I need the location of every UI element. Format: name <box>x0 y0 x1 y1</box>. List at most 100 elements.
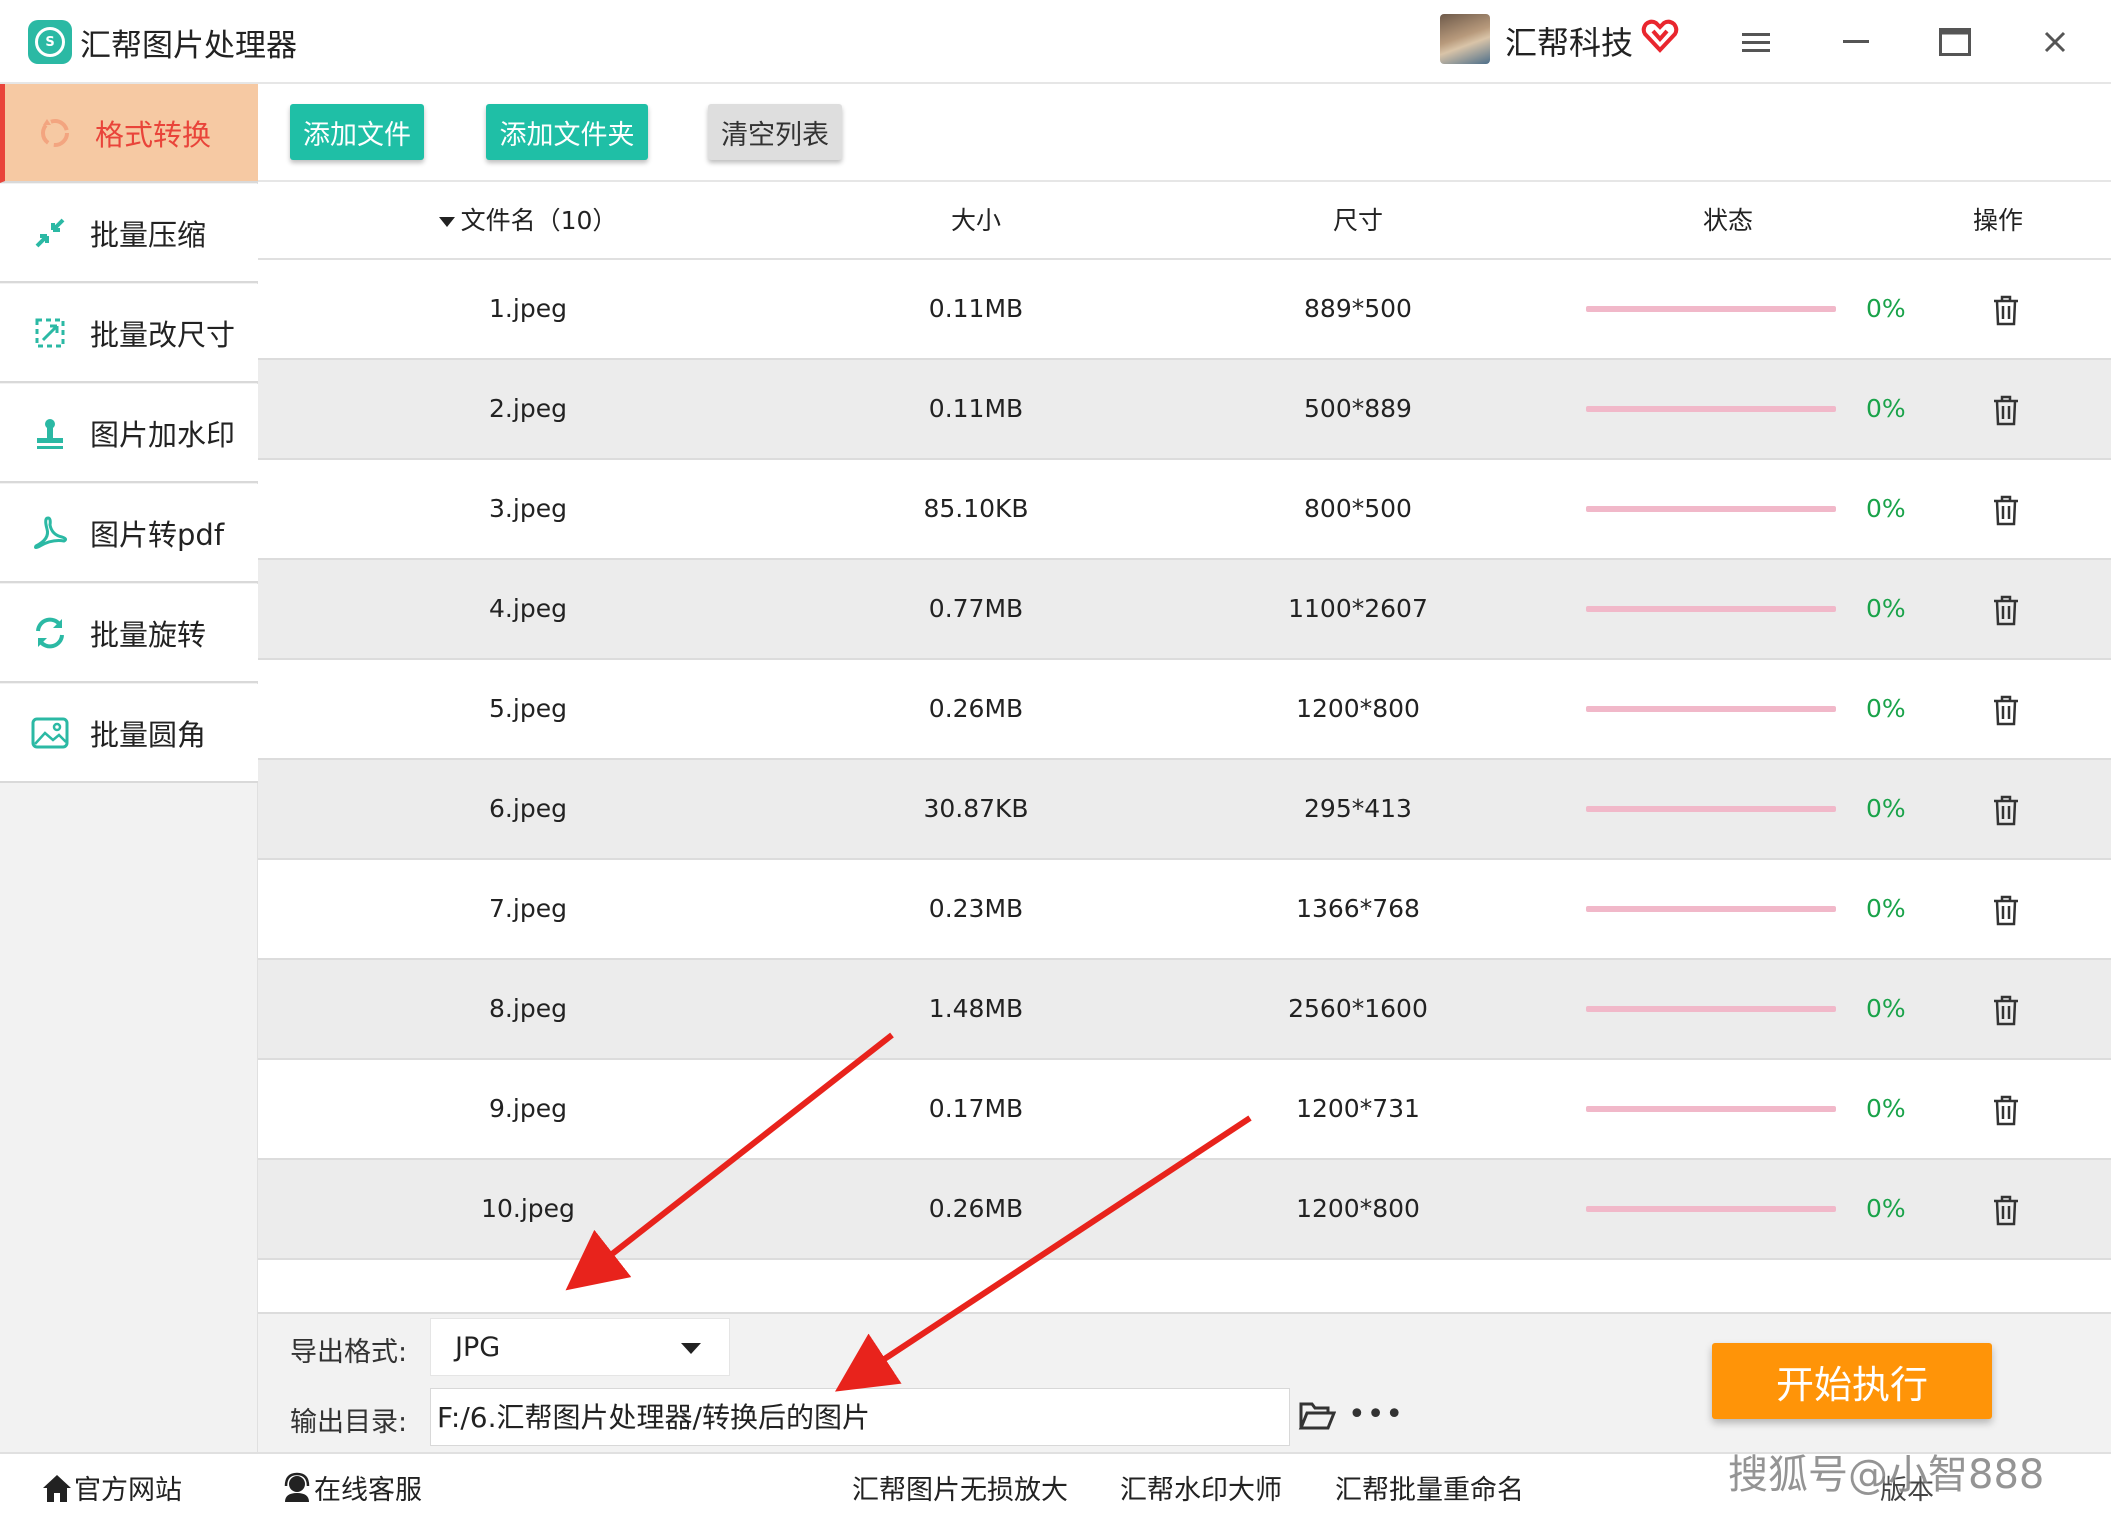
table-row[interactable]: 10.jpeg 0.26MB 1200*800 0% <box>258 1160 2111 1260</box>
progress-bar <box>1586 1106 1836 1112</box>
progress-percent: 0% <box>1866 394 1906 423</box>
file-dimensions: 1100*2607 <box>1288 594 1428 623</box>
chevron-down-icon <box>681 1343 701 1354</box>
add-folder-button[interactable]: 添加文件夹 <box>486 104 648 160</box>
file-dimensions: 1200*800 <box>1296 1194 1420 1223</box>
table-row[interactable]: 9.jpeg 0.17MB 1200*731 0% <box>258 1060 2111 1160</box>
file-dimensions: 1200*800 <box>1296 694 1420 723</box>
batch-rename-link[interactable]: 汇帮批量重命名 <box>1335 1468 1524 1507</box>
progress-percent: 0% <box>1866 894 1906 923</box>
home-icon <box>43 1474 71 1502</box>
minimize-icon[interactable] <box>1836 22 1876 62</box>
file-size: 0.26MB <box>928 1194 1024 1223</box>
file-dimensions: 500*889 <box>1304 394 1412 423</box>
delete-icon[interactable] <box>1991 1094 2021 1126</box>
delete-icon[interactable] <box>1991 594 2021 626</box>
table-row[interactable]: 6.jpeg 30.87KB 295*413 0% <box>258 760 2111 860</box>
delete-icon[interactable] <box>1991 294 2021 326</box>
more-options-icon[interactable]: ••• <box>1348 1398 1404 1432</box>
delete-icon[interactable] <box>1991 794 2021 826</box>
file-size: 0.77MB <box>928 594 1024 623</box>
file-name: 6.jpeg <box>489 794 567 823</box>
progress-bar <box>1586 806 1836 812</box>
table-header: 文件名（10） 大小 尺寸 状态 操作 <box>258 180 2111 260</box>
file-name: 8.jpeg <box>489 994 567 1023</box>
start-button[interactable]: 开始执行 <box>1712 1343 1992 1419</box>
table-row[interactable]: 5.jpeg 0.26MB 1200*800 0% <box>258 660 2111 760</box>
progress-percent: 0% <box>1866 594 1906 623</box>
progress-percent: 0% <box>1866 694 1906 723</box>
table-row[interactable]: 1.jpeg 0.11MB 889*500 0% <box>258 260 2111 360</box>
resize-icon <box>30 313 70 353</box>
progress-bar <box>1586 1206 1836 1212</box>
filename-column-header[interactable]: 文件名（10） <box>418 182 638 260</box>
sidebar-item-label: 批量圆角 <box>90 717 207 752</box>
output-dir-input[interactable]: F:/6.汇帮图片处理器/转换后的图片 <box>430 1388 1290 1446</box>
close-icon[interactable] <box>2035 22 2075 62</box>
sidebar-item-rotate[interactable]: 批量旋转 <box>0 584 258 683</box>
delete-icon[interactable] <box>1991 494 2021 526</box>
file-dimensions: 295*413 <box>1304 794 1412 823</box>
online-support-link[interactable]: 在线客服 <box>280 1468 422 1507</box>
user-name[interactable]: 汇帮科技 <box>1505 18 1633 64</box>
delete-icon[interactable] <box>1991 1194 2021 1226</box>
progress-percent: 0% <box>1866 994 1906 1023</box>
vip-heart-icon[interactable] <box>1640 16 1680 56</box>
watermark-master-link[interactable]: 汇帮水印大师 <box>1120 1468 1282 1507</box>
table-row[interactable]: 8.jpeg 1.48MB 2560*1600 0% <box>258 960 2111 1060</box>
action-column-header: 操作 <box>1972 206 2023 235</box>
table-row[interactable]: 3.jpeg 85.10KB 800*500 0% <box>258 460 2111 560</box>
export-format-select[interactable]: JPG <box>430 1318 730 1376</box>
sidebar-item-compress[interactable]: 批量压缩 <box>0 184 258 283</box>
sidebar-item-label: 图片加水印 <box>90 417 236 452</box>
export-format-value: JPG <box>455 1332 501 1363</box>
sidebar-item-label: 批量旋转 <box>90 617 207 652</box>
progress-bar <box>1586 606 1836 612</box>
file-size: 0.11MB <box>928 294 1024 323</box>
table-row[interactable]: 2.jpeg 0.11MB 500*889 0% <box>258 360 2111 460</box>
file-name: 7.jpeg <box>489 894 567 923</box>
size-column-header: 大小 <box>950 206 1001 235</box>
user-avatar[interactable] <box>1440 14 1490 64</box>
delete-icon[interactable] <box>1991 394 2021 426</box>
clear-list-button[interactable]: 清空列表 <box>708 104 842 160</box>
file-size: 1.48MB <box>928 994 1024 1023</box>
file-dimensions: 1200*731 <box>1296 1094 1420 1123</box>
menu-icon[interactable] <box>1736 22 1776 62</box>
sort-caret-icon <box>438 217 455 227</box>
sidebar-item-watermark[interactable]: 图片加水印 <box>0 384 258 483</box>
file-size: 0.17MB <box>928 1094 1024 1123</box>
delete-icon[interactable] <box>1991 694 2021 726</box>
folder-open-icon[interactable] <box>1298 1398 1336 1432</box>
export-format-label: 导出格式: <box>290 1337 408 1368</box>
output-dir-label: 输出目录: <box>290 1407 408 1438</box>
file-name: 1.jpeg <box>489 294 567 323</box>
official-website-link[interactable]: 官方网站 <box>40 1468 182 1507</box>
table-row[interactable]: 7.jpeg 0.23MB 1366*768 0% <box>258 860 2111 960</box>
file-dimensions: 889*500 <box>1304 294 1412 323</box>
file-name: 5.jpeg <box>489 694 567 723</box>
app-logo-icon: S <box>28 20 72 64</box>
file-name: 4.jpeg <box>489 594 567 623</box>
delete-icon[interactable] <box>1991 894 2021 926</box>
add-file-button[interactable]: 添加文件 <box>290 104 424 160</box>
sidebar-item-rounded-corner[interactable]: 批量圆角 <box>0 684 258 783</box>
file-name: 9.jpeg <box>489 1094 567 1123</box>
sidebar-item-format-convert[interactable]: 格式转换 <box>0 84 258 183</box>
pdf-icon <box>30 513 70 553</box>
progress-bar <box>1586 1006 1836 1012</box>
sidebar-item-label: 批量压缩 <box>90 217 207 252</box>
progress-percent: 0% <box>1866 794 1906 823</box>
sidebar-item-pdf[interactable]: 图片转pdf <box>0 484 258 583</box>
file-dimensions: 2560*1600 <box>1288 994 1428 1023</box>
lossless-upscale-link[interactable]: 汇帮图片无损放大 <box>852 1468 1068 1507</box>
progress-percent: 0% <box>1866 294 1906 323</box>
sidebar-item-resize[interactable]: 批量改尺寸 <box>0 284 258 383</box>
progress-bar <box>1586 406 1836 412</box>
delete-icon[interactable] <box>1991 994 2021 1026</box>
file-name: 10.jpeg <box>481 1194 575 1223</box>
title-bar: S 汇帮图片处理器 汇帮科技 <box>0 0 2111 84</box>
maximize-icon[interactable] <box>1935 22 1975 62</box>
sidebar: 格式转换 批量压缩 批量改尺寸 图片加水印 图片转pdf 批量旋转 批量圆角 <box>0 84 258 1452</box>
table-row[interactable]: 4.jpeg 0.77MB 1100*2607 0% <box>258 560 2111 660</box>
